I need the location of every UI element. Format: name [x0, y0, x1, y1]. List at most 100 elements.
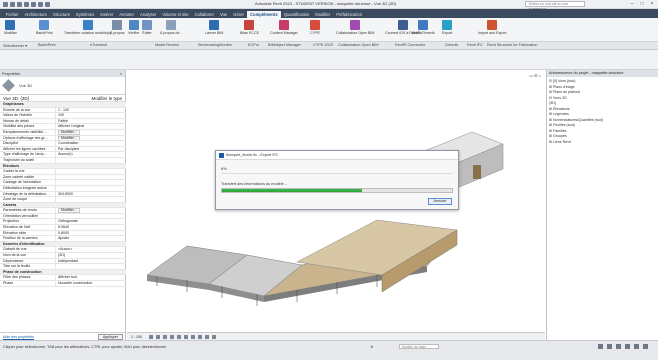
sun-path-icon[interactable] — [163, 334, 167, 339]
render-icon[interactable] — [177, 334, 181, 339]
close-button[interactable]: × — [649, 1, 655, 7]
launch-bim-button[interactable]: Lancer BIM — [205, 20, 223, 35]
tab-volume-site[interactable]: Volume et site — [159, 11, 191, 18]
shadows-icon[interactable] — [170, 334, 174, 339]
3d-view-icon[interactable] — [45, 1, 50, 7]
text-icon[interactable] — [38, 1, 43, 7]
view-scale[interactable]: 1 : 100 — [131, 335, 142, 339]
property-value[interactable]: 5.0640 — [56, 225, 126, 230]
property-value[interactable]: Faible — [56, 119, 126, 124]
property-edit-button[interactable]: Modifier... — [58, 135, 80, 141]
property-value[interactable]: 100 — [56, 113, 126, 118]
property-value[interactable] — [56, 180, 126, 185]
property-value[interactable] — [56, 158, 126, 163]
about-of-button[interactable]: À propos de... — [160, 20, 182, 35]
property-value[interactable]: 0.8000 — [56, 231, 126, 236]
property-value[interactable] — [56, 197, 126, 202]
property-value[interactable]: Afficher tout — [56, 275, 126, 280]
property-value[interactable]: <Aucun> — [56, 247, 126, 252]
help-search-input[interactable]: Entrez un mot-clé ou une expression — [525, 1, 585, 11]
filter-input[interactable]: Modèle de base — [399, 344, 439, 349]
link-select-icon[interactable] — [598, 344, 603, 349]
filter-icon[interactable] — [643, 344, 648, 349]
bilan-ecce-button[interactable]: Bilan ECCE — [240, 20, 259, 35]
face-select-icon[interactable] — [625, 344, 630, 349]
visual-style-icon[interactable] — [156, 334, 160, 339]
tab-structure[interactable]: Structure — [50, 11, 73, 18]
maximize-button[interactable]: □ — [639, 1, 645, 7]
property-value[interactable] — [56, 186, 126, 191]
minimize-button[interactable]: – — [629, 1, 635, 7]
apply-button[interactable]: Appliquer — [97, 333, 123, 340]
tab-fichier[interactable]: Fichier — [3, 11, 22, 18]
print-icon[interactable] — [24, 1, 29, 7]
pinned-select-icon[interactable] — [616, 344, 621, 349]
property-value[interactable]: Indépendant — [56, 259, 126, 264]
crop-icon[interactable] — [184, 334, 188, 339]
property-value[interactable]: 1 : 100 — [56, 108, 126, 113]
tab-architecture[interactable]: Architecture — [22, 11, 50, 18]
property-value[interactable]: Aucun(e) — [56, 152, 126, 157]
properties-help-link[interactable]: Aide des propriétés — [3, 335, 34, 339]
detail-level-icon[interactable] — [149, 334, 153, 339]
redo-icon[interactable] — [17, 1, 22, 7]
property-edit-button[interactable]: Modifier... — [58, 208, 80, 213]
property-value[interactable] — [56, 264, 126, 269]
property-value[interactable] — [56, 169, 126, 174]
undo-icon[interactable] — [10, 1, 15, 7]
cype-button[interactable]: CYPE — [310, 20, 320, 35]
verify-button[interactable]: Vérifier — [128, 20, 139, 35]
property-value[interactable]: Afficher l'original — [56, 124, 126, 129]
property-row[interactable]: Phase Nouvelle construction — [0, 281, 126, 287]
import-export-button[interactable]: Import and Export — [478, 20, 507, 35]
crop-visibility-icon[interactable] — [191, 334, 195, 339]
viewcube-controls[interactable]: ▭ ⊞ × — [529, 73, 541, 78]
tab-vue[interactable]: Vue — [217, 11, 230, 18]
tab-complements[interactable]: Compléments — [246, 11, 281, 18]
type-selector[interactable]: Vue 3D — [0, 77, 125, 95]
property-edit-button[interactable]: Modifier... — [58, 129, 80, 135]
drag-select-icon[interactable] — [634, 344, 639, 349]
tab-analyser[interactable]: Analyser — [137, 11, 159, 18]
export-button[interactable]: Export — [442, 20, 452, 35]
property-value[interactable]: Modifier... — [56, 135, 126, 141]
modify-button[interactable]: Modifier — [4, 20, 17, 35]
hide-isolate-icon[interactable] — [205, 334, 209, 339]
browser-tree-item[interactable]: ⊞ Liens Revit — [549, 140, 658, 146]
quick-access-toolbar[interactable] — [3, 1, 50, 7]
property-value[interactable]: Orthogonale — [56, 219, 126, 224]
greenik-button[interactable]: About/Greenik — [412, 20, 435, 35]
property-value[interactable]: Coordination — [56, 141, 126, 146]
property-value[interactable] — [56, 214, 126, 219]
panel-select[interactable]: Sélectionner ▾ — [3, 43, 27, 48]
tab-inserer[interactable]: Insérer — [97, 11, 116, 18]
tab-modifier[interactable]: Modifier — [312, 11, 333, 18]
tab-quantification[interactable]: Quantification — [281, 11, 313, 18]
measure-icon[interactable] — [31, 1, 36, 7]
close-icon[interactable]: × — [120, 70, 122, 77]
batchprint-button[interactable]: BatchPrint — [36, 20, 53, 35]
edit-button[interactable]: Éditer — [142, 20, 152, 35]
cancel-button[interactable]: Annuler — [428, 198, 452, 205]
property-value[interactable]: Par discipline — [56, 147, 126, 152]
property-value[interactable]: Ajuster — [56, 236, 126, 241]
property-value[interactable]: 304.8000 — [56, 192, 126, 197]
tab-annoter[interactable]: Annoter — [116, 11, 137, 18]
reveal-hidden-icon[interactable] — [212, 334, 216, 339]
tab-prefabrication[interactable]: Préfabrication — [333, 11, 365, 18]
edit-type-button[interactable]: Modifier le type — [91, 95, 122, 101]
property-value[interactable]: {3D} — [56, 253, 126, 258]
transfer-dimensions-button[interactable]: Transférer cotation modèle(s) — [64, 20, 111, 35]
property-value[interactable]: Modifier... — [56, 129, 126, 135]
instance-selector[interactable]: Vue 3D: {3D} Modifier le type — [0, 95, 125, 102]
underlay-select-icon[interactable] — [607, 344, 612, 349]
open-bim-button[interactable]: Collaboration Open BIM — [336, 20, 374, 35]
lock-view-icon[interactable] — [198, 334, 202, 339]
content-manager-button[interactable]: Content Manager — [270, 20, 298, 35]
tab-systemes[interactable]: Systèmes — [73, 11, 97, 18]
property-value[interactable]: Nouvelle construction — [56, 281, 126, 286]
tab-gerer[interactable]: Gérer — [230, 11, 247, 18]
save-icon[interactable] — [3, 1, 8, 7]
about-button[interactable]: À propos — [110, 20, 124, 35]
property-value[interactable]: Modifier... — [56, 208, 126, 213]
